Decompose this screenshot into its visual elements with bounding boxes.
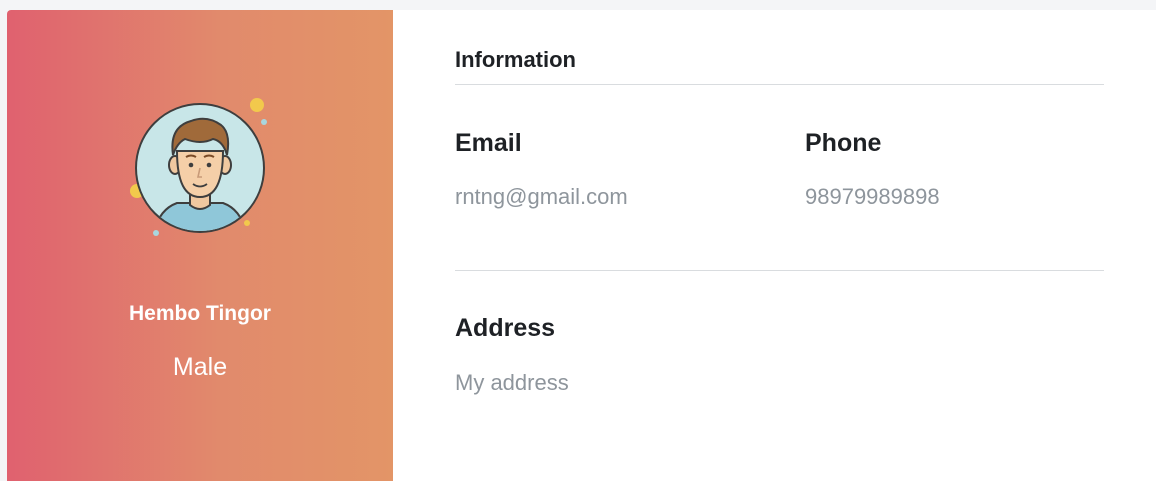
phone-label: Phone bbox=[805, 129, 882, 157]
information-panel: Information Email rntng@gmail.com Phone … bbox=[393, 10, 1156, 481]
section-title: Information bbox=[455, 47, 576, 72]
user-gender: Male bbox=[172, 353, 228, 381]
profile-card: Hembo Tingor Male Information Email rntn… bbox=[7, 10, 1156, 481]
address-label: Address bbox=[455, 314, 556, 342]
field-divider bbox=[455, 270, 1104, 271]
user-avatar-icon bbox=[130, 98, 267, 236]
section-divider bbox=[455, 84, 1104, 85]
email-label: Email bbox=[455, 129, 522, 157]
user-name: Hembo Tingor bbox=[129, 302, 271, 325]
profile-sidebar: Hembo Tingor Male bbox=[7, 10, 393, 481]
address-value: My address bbox=[455, 370, 569, 395]
avatar bbox=[125, 93, 275, 243]
email-value: rntng@gmail.com bbox=[455, 184, 628, 209]
phone-value: 98979989898 bbox=[805, 184, 940, 209]
